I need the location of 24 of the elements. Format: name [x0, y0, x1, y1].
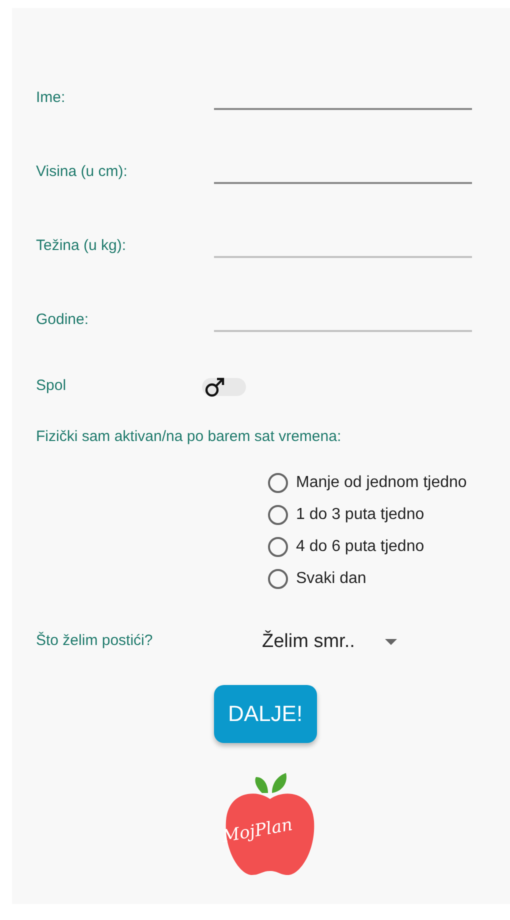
goal-label: Što želim postići?: [36, 632, 154, 650]
gender-label: Spol: [36, 376, 68, 396]
radio-icon[interactable]: [268, 537, 288, 557]
goal-dropdown[interactable]: Želim smr..: [256, 627, 403, 657]
radio-option[interactable]: Svaki dan: [268, 569, 510, 589]
field-label: Ime:: [36, 89, 66, 108]
dropdown-value: Želim smr..: [262, 631, 355, 653]
radio-option[interactable]: Manje od jednom tjedno: [268, 473, 510, 493]
radio-icon[interactable]: [268, 473, 288, 493]
option-label: 4 do 6 puta tjedno: [296, 538, 424, 556]
radio-icon[interactable]: [268, 569, 288, 589]
option-label: Manje od jednom tjedno: [296, 474, 467, 492]
field-label: Visina (u cm):: [36, 163, 128, 182]
activity-question: Fizički sam aktivan/na po barem sat vremena:: [36, 428, 342, 445]
radio-icon[interactable]: [268, 505, 288, 525]
logo-text: MojPlan: [220, 815, 294, 847]
radio-option[interactable]: 1 do 3 puta tjedno: [268, 505, 510, 525]
caret-icon: [384, 639, 397, 645]
option-label: 1 do 3 puta tjedno: [296, 506, 424, 524]
option-label: Svaki dan: [296, 570, 366, 588]
radio-option[interactable]: 4 do 6 puta tjedno: [268, 537, 510, 557]
field-label: Težina (u kg):: [36, 237, 128, 256]
gender-switch[interactable]: [202, 378, 246, 396]
field-label: Godine:: [36, 311, 90, 330]
